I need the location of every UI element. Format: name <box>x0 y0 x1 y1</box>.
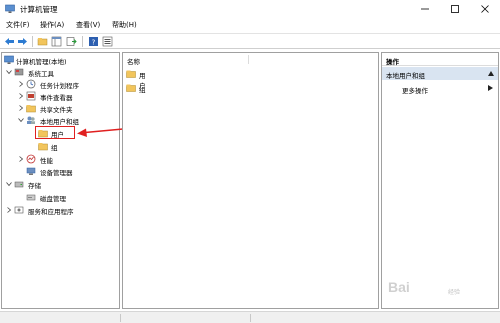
list-header: 名称 <box>123 53 378 66</box>
baidu-watermark: Bai <box>388 279 410 295</box>
services-icon <box>14 206 24 214</box>
clock-icon <box>26 79 36 89</box>
chevron-down-icon[interactable] <box>18 117 24 123</box>
folder-icon <box>126 70 136 78</box>
status-bar <box>0 311 500 323</box>
column-divider[interactable] <box>248 55 249 64</box>
tree-label: 事件查看器 <box>40 94 73 102</box>
collapse-up-icon[interactable] <box>488 71 494 76</box>
tree-item-groups[interactable]: 组 <box>38 141 118 152</box>
tree-item-performance[interactable]: 性能 <box>18 154 118 165</box>
device-manager-icon <box>26 167 36 175</box>
tree-label: 设备管理器 <box>40 169 73 177</box>
actions-section-header[interactable]: 本地用户和组 <box>382 67 498 80</box>
properties-icon[interactable] <box>102 36 113 47</box>
menu-file[interactable]: 文件(F) <box>6 20 30 30</box>
list-item-label: 组 <box>139 86 146 94</box>
actions-pane: 操作 本地用户和组 更多操作 <box>381 52 499 309</box>
tree-label: 任务计划程序 <box>40 82 79 90</box>
tree-item-root[interactable]: 计算机管理(本地) <box>4 55 118 66</box>
baidu-watermark-sub: 经验 <box>448 289 461 296</box>
computer-management-icon <box>4 55 14 64</box>
chevron-right-icon[interactable] <box>6 207 12 213</box>
toolbar-separator <box>82 36 83 47</box>
minimize-icon <box>421 8 429 10</box>
computer-management-icon <box>5 4 15 13</box>
close-icon <box>481 5 489 13</box>
performance-icon <box>26 154 36 164</box>
tree-label: 组 <box>51 144 58 152</box>
chevron-right-icon[interactable] <box>18 105 24 111</box>
toolbar-separator <box>32 36 33 47</box>
status-divider <box>120 314 121 322</box>
tools-icon <box>14 68 24 76</box>
submenu-arrow-icon <box>488 85 493 91</box>
tree-label: 性能 <box>40 157 53 165</box>
back-arrow-icon[interactable] <box>4 36 15 47</box>
chevron-right-icon[interactable] <box>18 93 24 99</box>
chevron-down-icon[interactable] <box>6 69 12 75</box>
tree-item-system-tools[interactable]: 系统工具 <box>6 67 118 78</box>
tree-label: 磁盘管理 <box>40 195 66 203</box>
actions-title-label: 操作 <box>386 58 399 66</box>
tree-label: 系统工具 <box>28 70 54 78</box>
tree-label: 本地用户和组 <box>40 118 79 126</box>
status-divider <box>250 314 251 322</box>
tree-item-disk-management[interactable]: 磁盘管理 <box>18 192 118 203</box>
maximize-button[interactable] <box>440 0 470 18</box>
event-viewer-icon <box>26 91 36 101</box>
actions-section-label: 本地用户和组 <box>386 72 425 80</box>
menu-help[interactable]: 帮助(H) <box>112 20 137 30</box>
actions-title: 操作 <box>382 53 498 66</box>
chevron-down-icon[interactable] <box>6 181 12 187</box>
close-button[interactable] <box>470 0 500 18</box>
more-actions-item[interactable]: 更多操作 <box>382 82 498 95</box>
folder-up-icon[interactable] <box>37 36 48 47</box>
tree-item-device-manager[interactable]: 设备管理器 <box>18 166 118 177</box>
computer-management-window: 计算机管理 文件(F) 操作(A) 查看(V) 帮助(H) ? 计算机管理(本地… <box>0 0 500 323</box>
menu-view[interactable]: 查看(V) <box>76 20 100 30</box>
menu-action[interactable]: 操作(A) <box>40 20 64 30</box>
more-actions-label: 更多操作 <box>402 87 428 95</box>
export-icon[interactable] <box>66 36 77 47</box>
column-header-name[interactable]: 名称 <box>127 56 140 66</box>
folder-icon <box>38 143 48 151</box>
tree-item-shared-folders[interactable]: 共享文件夹 <box>18 103 118 114</box>
title-bar: 计算机管理 <box>0 0 500 18</box>
maximize-icon <box>451 5 459 13</box>
shared-folder-icon <box>26 105 36 113</box>
tree-label: 计算机管理(本地) <box>16 58 67 66</box>
disk-icon <box>26 194 36 201</box>
tree-item-task-scheduler[interactable]: 任务计划程序 <box>18 79 118 90</box>
menu-bar: 文件(F) 操作(A) 查看(V) 帮助(H) <box>0 18 500 32</box>
svg-text:?: ? <box>92 39 96 47</box>
tree-label: 存储 <box>28 182 41 190</box>
show-tree-icon[interactable] <box>51 36 62 47</box>
tree-item-storage[interactable]: 存储 <box>6 179 118 190</box>
annotation-highlight-box <box>35 126 75 139</box>
chevron-right-icon[interactable] <box>18 156 24 162</box>
annotation-arrow <box>77 128 124 137</box>
storage-icon <box>14 181 24 188</box>
forward-arrow-icon[interactable] <box>17 36 28 47</box>
navigation-tree-pane[interactable]: 计算机管理(本地) 系统工具 任务计划程序 事件查看器 共享文件夹 本地用户和组… <box>1 52 120 309</box>
folder-icon <box>126 84 136 92</box>
tree-item-services-apps[interactable]: 服务和应用程序 <box>6 205 118 216</box>
window-title: 计算机管理 <box>20 5 58 14</box>
tree-label: 服务和应用程序 <box>28 208 74 216</box>
minimize-button[interactable] <box>410 0 440 18</box>
tree-label: 共享文件夹 <box>40 106 73 114</box>
chevron-right-icon[interactable] <box>18 81 24 87</box>
help-icon[interactable]: ? <box>88 36 99 47</box>
toolbar: ? <box>0 33 500 49</box>
content-list-pane[interactable]: 名称 用户 组 <box>122 52 379 309</box>
tree-item-event-viewer[interactable]: 事件查看器 <box>18 91 118 102</box>
users-group-icon <box>27 116 35 124</box>
